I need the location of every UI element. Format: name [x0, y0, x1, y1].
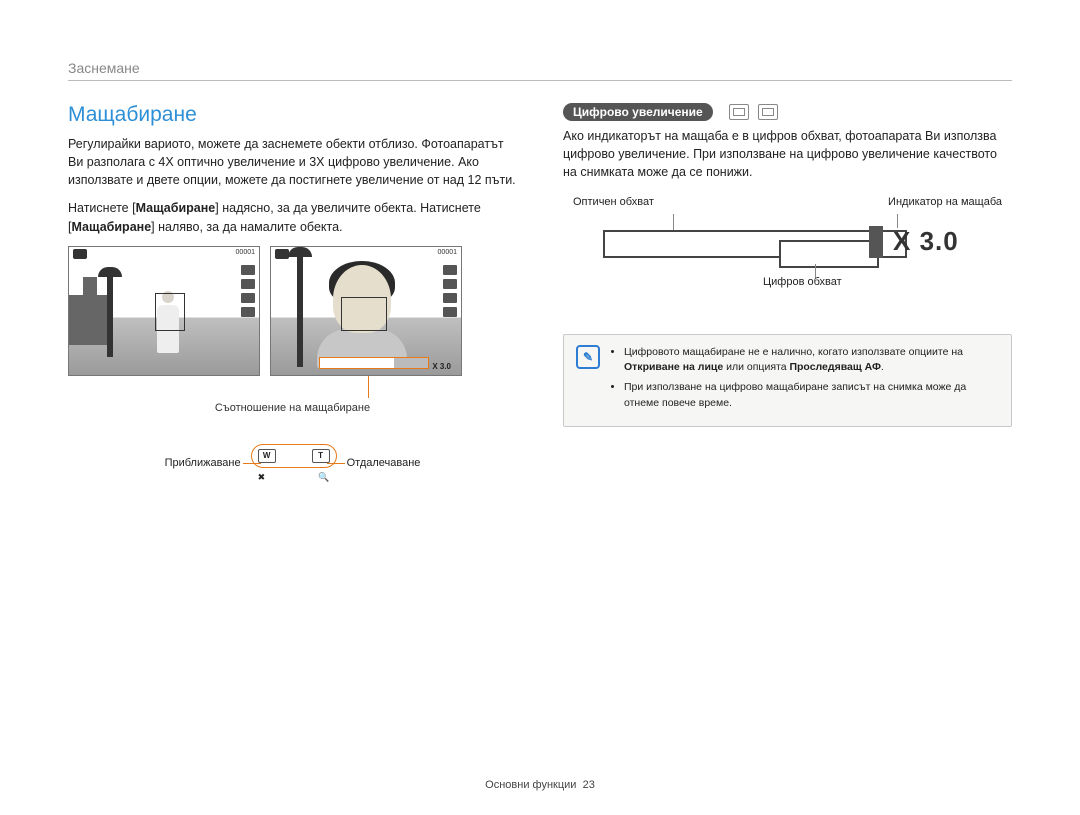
scenery-buildings	[69, 295, 109, 345]
instruction-paragraph: Натиснете [Мащабиране] надясно, за да ув…	[68, 199, 517, 235]
zoom-range-diagram: Оптичен обхват Индикатор на мащаба X 3.0…	[563, 196, 1012, 316]
mode-icon	[729, 104, 749, 120]
text-fragment: Цифровото мащабиране не е налично, когат…	[624, 346, 963, 358]
shot-counter: 00001	[438, 249, 457, 261]
example-shots: 00001	[68, 246, 517, 376]
zoom-rocker: W T	[251, 444, 337, 468]
intro-paragraph: Регулирайки вариото, можете да заснемете…	[68, 135, 517, 189]
zoom-ratio-caption: Съотношение на мащабиране	[68, 402, 517, 414]
status-icon	[241, 279, 255, 289]
note-item: При използване на цифрово мащабиране зап…	[624, 380, 999, 412]
status-icon	[443, 279, 457, 289]
rocker-wide-button: W	[258, 449, 276, 463]
subheading-badge: Цифрово увеличение	[563, 103, 713, 121]
rocker-tele-button: T	[312, 449, 330, 463]
status-icon	[443, 307, 457, 317]
scenery-lamp	[297, 257, 303, 367]
zoom-indicator-knob	[869, 226, 883, 258]
zoom-ratio-bar	[319, 357, 429, 369]
feature-name: Откриване на лице	[624, 361, 723, 373]
zoom-out-label: Отдалечаване	[347, 457, 421, 469]
note-box: ✎ Цифровото мащабиране не е налично, ког…	[563, 334, 1012, 427]
thumbnail-icon: ✖	[258, 472, 266, 483]
leader-line	[673, 214, 674, 230]
text-fragment: или опцията	[723, 361, 789, 373]
feature-name: Проследяващ АФ	[789, 361, 880, 373]
zoom-indicator-label: Индикатор на мащаба	[888, 196, 1002, 208]
page-footer: Основни функции 23	[0, 779, 1080, 791]
focus-frame	[155, 293, 185, 331]
status-icon	[241, 265, 255, 275]
zoom-value: X 3.0	[893, 226, 959, 257]
zoom-in-label: Приближаване	[165, 457, 241, 469]
divider	[68, 80, 1012, 81]
scenery-lamp	[107, 277, 113, 357]
example-shot-wide: 00001	[68, 246, 260, 376]
shot-counter: 00001	[236, 249, 255, 261]
magnify-icon: 🔍	[318, 472, 329, 483]
digital-range-bar	[779, 240, 879, 268]
camera-mode-icon	[73, 249, 87, 259]
example-shot-zoomed: 00001 X 3.0	[270, 246, 462, 376]
zoom-keyword: Мащабиране	[71, 220, 151, 234]
mode-icon	[758, 104, 778, 120]
zoom-rocker-diagram: Приближаване W T ✖ 🔍 Отдалечаване	[68, 444, 517, 483]
info-icon: ✎	[576, 345, 600, 369]
digital-range-label: Цифров обхват	[763, 276, 842, 288]
text-fragment: .	[881, 361, 884, 373]
note-item: Цифровото мащабиране не е налично, когат…	[624, 345, 999, 377]
status-icon	[241, 307, 255, 317]
status-icon	[443, 293, 457, 303]
camera-mode-icon	[275, 249, 289, 259]
callout-leader	[368, 376, 369, 398]
digital-zoom-paragraph: Ако индикаторът на мащаба е в цифров обх…	[563, 127, 1012, 181]
page-number: 23	[583, 779, 595, 791]
right-column: Цифрово увеличение Ако индикаторът на ма…	[563, 103, 1012, 483]
text-fragment: Натиснете [	[68, 201, 136, 215]
note-list: Цифровото мащабиране не е налично, когат…	[610, 345, 999, 416]
optical-range-label: Оптичен обхват	[573, 196, 654, 208]
zoom-keyword: Мащабиране	[136, 201, 216, 215]
chapter-label: Заснемане	[68, 60, 1012, 76]
focus-frame	[341, 297, 387, 331]
status-icon	[443, 265, 457, 275]
left-column: Мащабиране Регулирайки вариото, можете д…	[68, 103, 517, 483]
footer-section: Основни функции	[485, 779, 576, 791]
page-title: Мащабиране	[68, 103, 517, 127]
zoom-ratio-overlay: X 3.0	[432, 362, 451, 371]
status-icon	[241, 293, 255, 303]
text-fragment: ] наляво, за да намалите обекта.	[151, 220, 342, 234]
